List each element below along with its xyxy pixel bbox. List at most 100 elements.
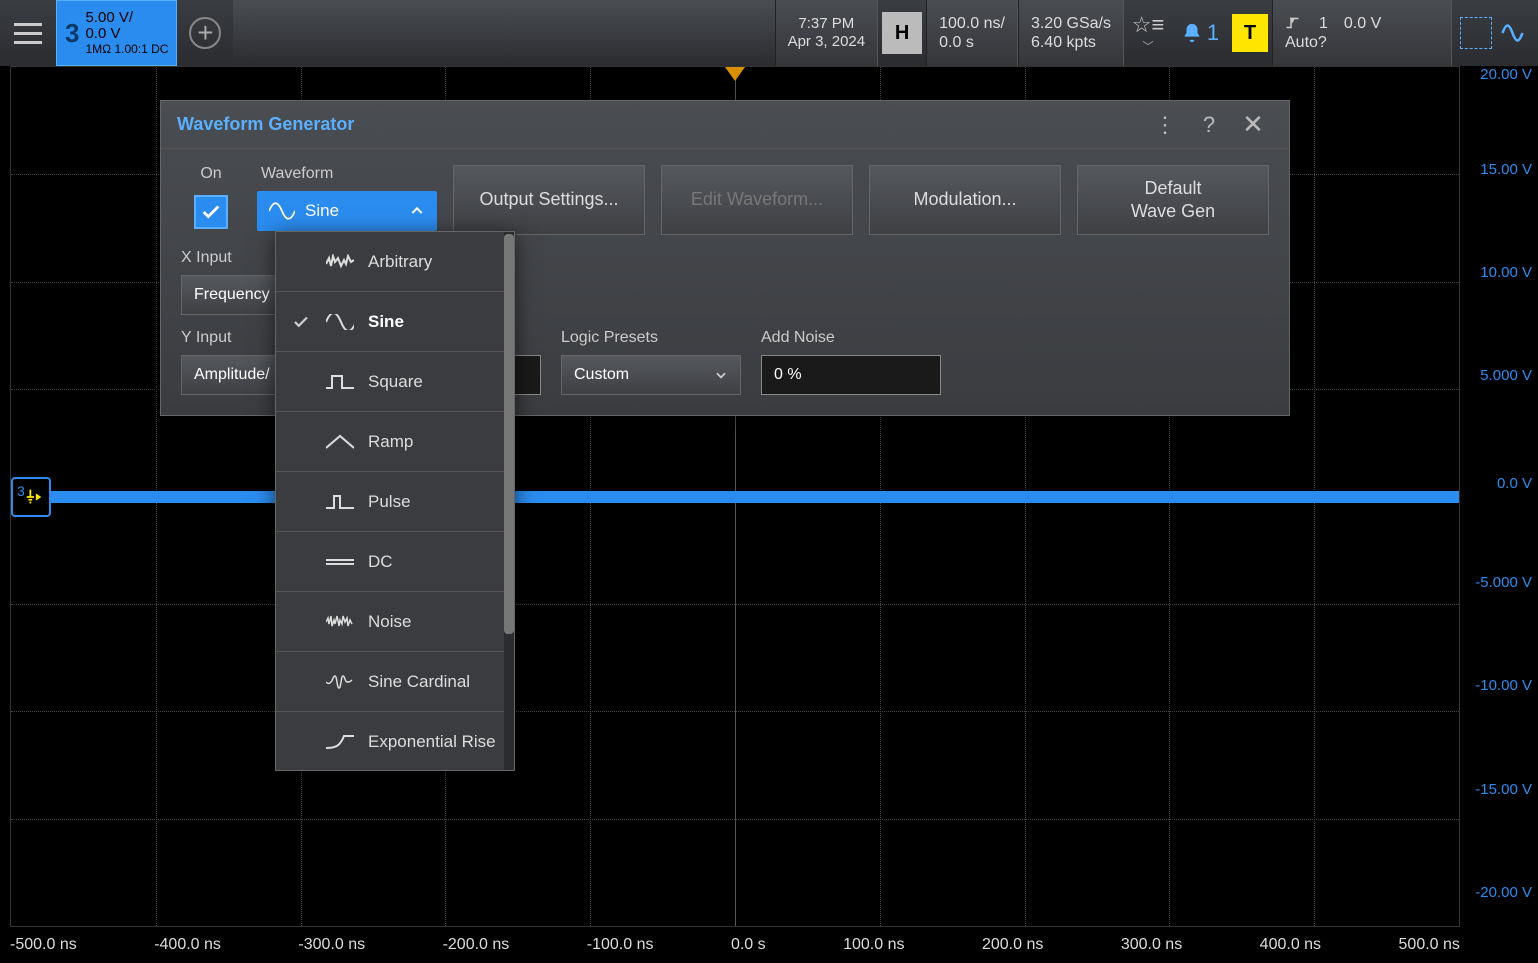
close-button[interactable]: ✕ — [1233, 105, 1273, 145]
option-label: Arbitrary — [368, 252, 432, 272]
add-noise-input[interactable]: 0 % — [761, 355, 941, 395]
x-tick: 200.0 ns — [982, 936, 1043, 954]
dropdown-scrollbar[interactable] — [504, 232, 514, 770]
option-label: DC — [368, 552, 393, 572]
y-tick: -10.00 V — [1475, 677, 1532, 694]
notification-count: 1 — [1207, 20, 1219, 46]
waveform-option-sine[interactable]: Sine — [276, 292, 514, 352]
exprise-icon — [326, 734, 354, 750]
waveform-option-ramp[interactable]: Ramp — [276, 412, 514, 472]
sine-icon — [326, 314, 354, 330]
y-tick: 10.00 V — [1480, 264, 1532, 281]
waveform-option-noise[interactable]: Noise — [276, 592, 514, 652]
option-label: Exponential Rise — [368, 732, 496, 752]
waveform-option-square[interactable]: Square — [276, 352, 514, 412]
logic-presets-label: Logic Presets — [561, 329, 741, 347]
output-settings-button[interactable]: Output Settings... — [453, 165, 645, 235]
acquisition-box[interactable]: 3.20 GSa/s 6.40 kpts — [1018, 0, 1124, 66]
datetime-box[interactable]: 7:37 PM Apr 3, 2024 — [775, 0, 879, 66]
x-input-dropdown[interactable]: Frequency — [181, 275, 281, 315]
on-checkbox[interactable] — [194, 195, 228, 229]
timebase-box[interactable]: 100.0 ns/ 0.0 s — [926, 0, 1018, 66]
waveform-option-pulse[interactable]: Pulse — [276, 472, 514, 532]
top-toolbar: 3 5.00 V/ 0.0 V 1MΩ 1.00:1 DC + 7:37 PM … — [0, 0, 1538, 66]
waveform-dropdown-list: Arbitrary Sine Square Ramp Pulse DC Noise Sine … — [275, 231, 515, 771]
more-options-button[interactable]: ⋮ — [1145, 105, 1185, 145]
channel-vdiv: 5.00 V/ — [85, 10, 168, 27]
default-wavegen-button[interactable]: DefaultWave Gen — [1077, 165, 1269, 235]
chevron-up-icon — [409, 203, 425, 219]
hamburger-icon — [14, 23, 42, 44]
help-icon: ? — [1203, 112, 1215, 138]
x-tick: -200.0 ns — [443, 936, 510, 954]
y-tick: 5.000 V — [1480, 367, 1532, 384]
y-axis: 20.00 V 15.00 V 10.00 V 5.000 V 0.0 V -5… — [1460, 66, 1538, 927]
help-button[interactable]: ? — [1189, 105, 1229, 145]
x-input-label: X Input — [181, 249, 281, 267]
x-tick: -400.0 ns — [154, 936, 221, 954]
waveform-option-sinc[interactable]: Sine Cardinal — [276, 652, 514, 712]
notifications-button[interactable]: 1 — [1172, 0, 1228, 66]
waveform-option-dc[interactable]: DC — [276, 532, 514, 592]
option-label: Sine — [368, 312, 404, 332]
dc-icon — [326, 554, 354, 570]
star-icon: ☆≡ — [1132, 12, 1165, 38]
ramp-icon — [326, 434, 354, 450]
timebase-value: 100.0 ns/ — [939, 14, 1005, 33]
y-input-dropdown[interactable]: Amplitude/ — [181, 355, 281, 395]
dialog-title: Waveform Generator — [177, 114, 1141, 135]
close-icon: ✕ — [1242, 109, 1264, 140]
channel-coupling: 1MΩ 1.00:1 DC — [85, 43, 168, 56]
y-tick: -5.000 V — [1475, 574, 1532, 591]
waveform-option-arb[interactable]: Arbitrary — [276, 232, 514, 292]
option-label: Pulse — [368, 492, 411, 512]
time-offset-value: 0.0 s — [939, 33, 1005, 52]
waveform-dropdown[interactable]: Sine — [257, 191, 437, 231]
add-channel-button[interactable]: + — [189, 17, 221, 49]
chevron-down-icon: ﹀ — [1143, 38, 1154, 54]
square-icon — [326, 374, 354, 390]
check-icon — [200, 201, 222, 223]
ground-icon — [23, 486, 45, 508]
logic-presets-dropdown[interactable]: Custom — [561, 355, 741, 395]
on-label: On — [200, 165, 221, 183]
y-input-label: Y Input — [181, 329, 281, 347]
sine-mode-icon[interactable] — [1500, 18, 1530, 48]
pulse-icon — [326, 494, 354, 510]
edit-waveform-button[interactable]: Edit Waveform... — [661, 165, 853, 235]
horizontal-button[interactable]: H — [882, 12, 922, 54]
check-icon — [292, 313, 312, 331]
x-tick: 300.0 ns — [1121, 936, 1182, 954]
zoom-select-button[interactable] — [1460, 17, 1492, 49]
y-tick: -15.00 V — [1475, 781, 1532, 798]
channel-3-ground-marker[interactable]: 3 — [11, 477, 51, 517]
trigger-button[interactable]: T — [1232, 14, 1268, 52]
modulation-button[interactable]: Modulation... — [869, 165, 1061, 235]
x-tick: -500.0 ns — [10, 936, 77, 954]
trigger-position-marker[interactable] — [725, 67, 745, 81]
x-tick: 400.0 ns — [1260, 936, 1321, 954]
add-noise-label: Add Noise — [761, 329, 941, 347]
waveform-selected: Sine — [305, 201, 339, 221]
bell-icon — [1181, 22, 1203, 44]
favorites-button[interactable]: ☆≡ ﹀ — [1124, 0, 1172, 66]
date-label: Apr 3, 2024 — [788, 33, 866, 51]
waveform-option-exprise[interactable]: Exponential Rise — [276, 712, 514, 771]
channel-number: 3 — [65, 18, 79, 49]
channel-info-box[interactable]: 3 5.00 V/ 0.0 V 1MΩ 1.00:1 DC — [56, 0, 177, 66]
option-label: Sine Cardinal — [368, 672, 470, 692]
arb-icon — [326, 254, 354, 270]
trigger-box[interactable]: 1 0.0 V Auto? — [1272, 0, 1452, 66]
x-tick: -100.0 ns — [587, 936, 654, 954]
x-tick: 100.0 ns — [843, 936, 904, 954]
menu-button[interactable] — [0, 0, 56, 66]
trigger-mode: Auto? — [1285, 33, 1439, 52]
rising-edge-icon — [1285, 14, 1303, 32]
sample-points: 6.40 kpts — [1031, 33, 1111, 52]
channel-3-trace — [11, 491, 1459, 503]
sample-rate: 3.20 GSa/s — [1031, 14, 1111, 33]
option-label: Ramp — [368, 432, 413, 452]
x-tick: 500.0 ns — [1399, 936, 1460, 954]
chevron-down-icon — [714, 368, 728, 382]
dialog-titlebar[interactable]: Waveform Generator ⋮ ? ✕ — [161, 101, 1289, 149]
